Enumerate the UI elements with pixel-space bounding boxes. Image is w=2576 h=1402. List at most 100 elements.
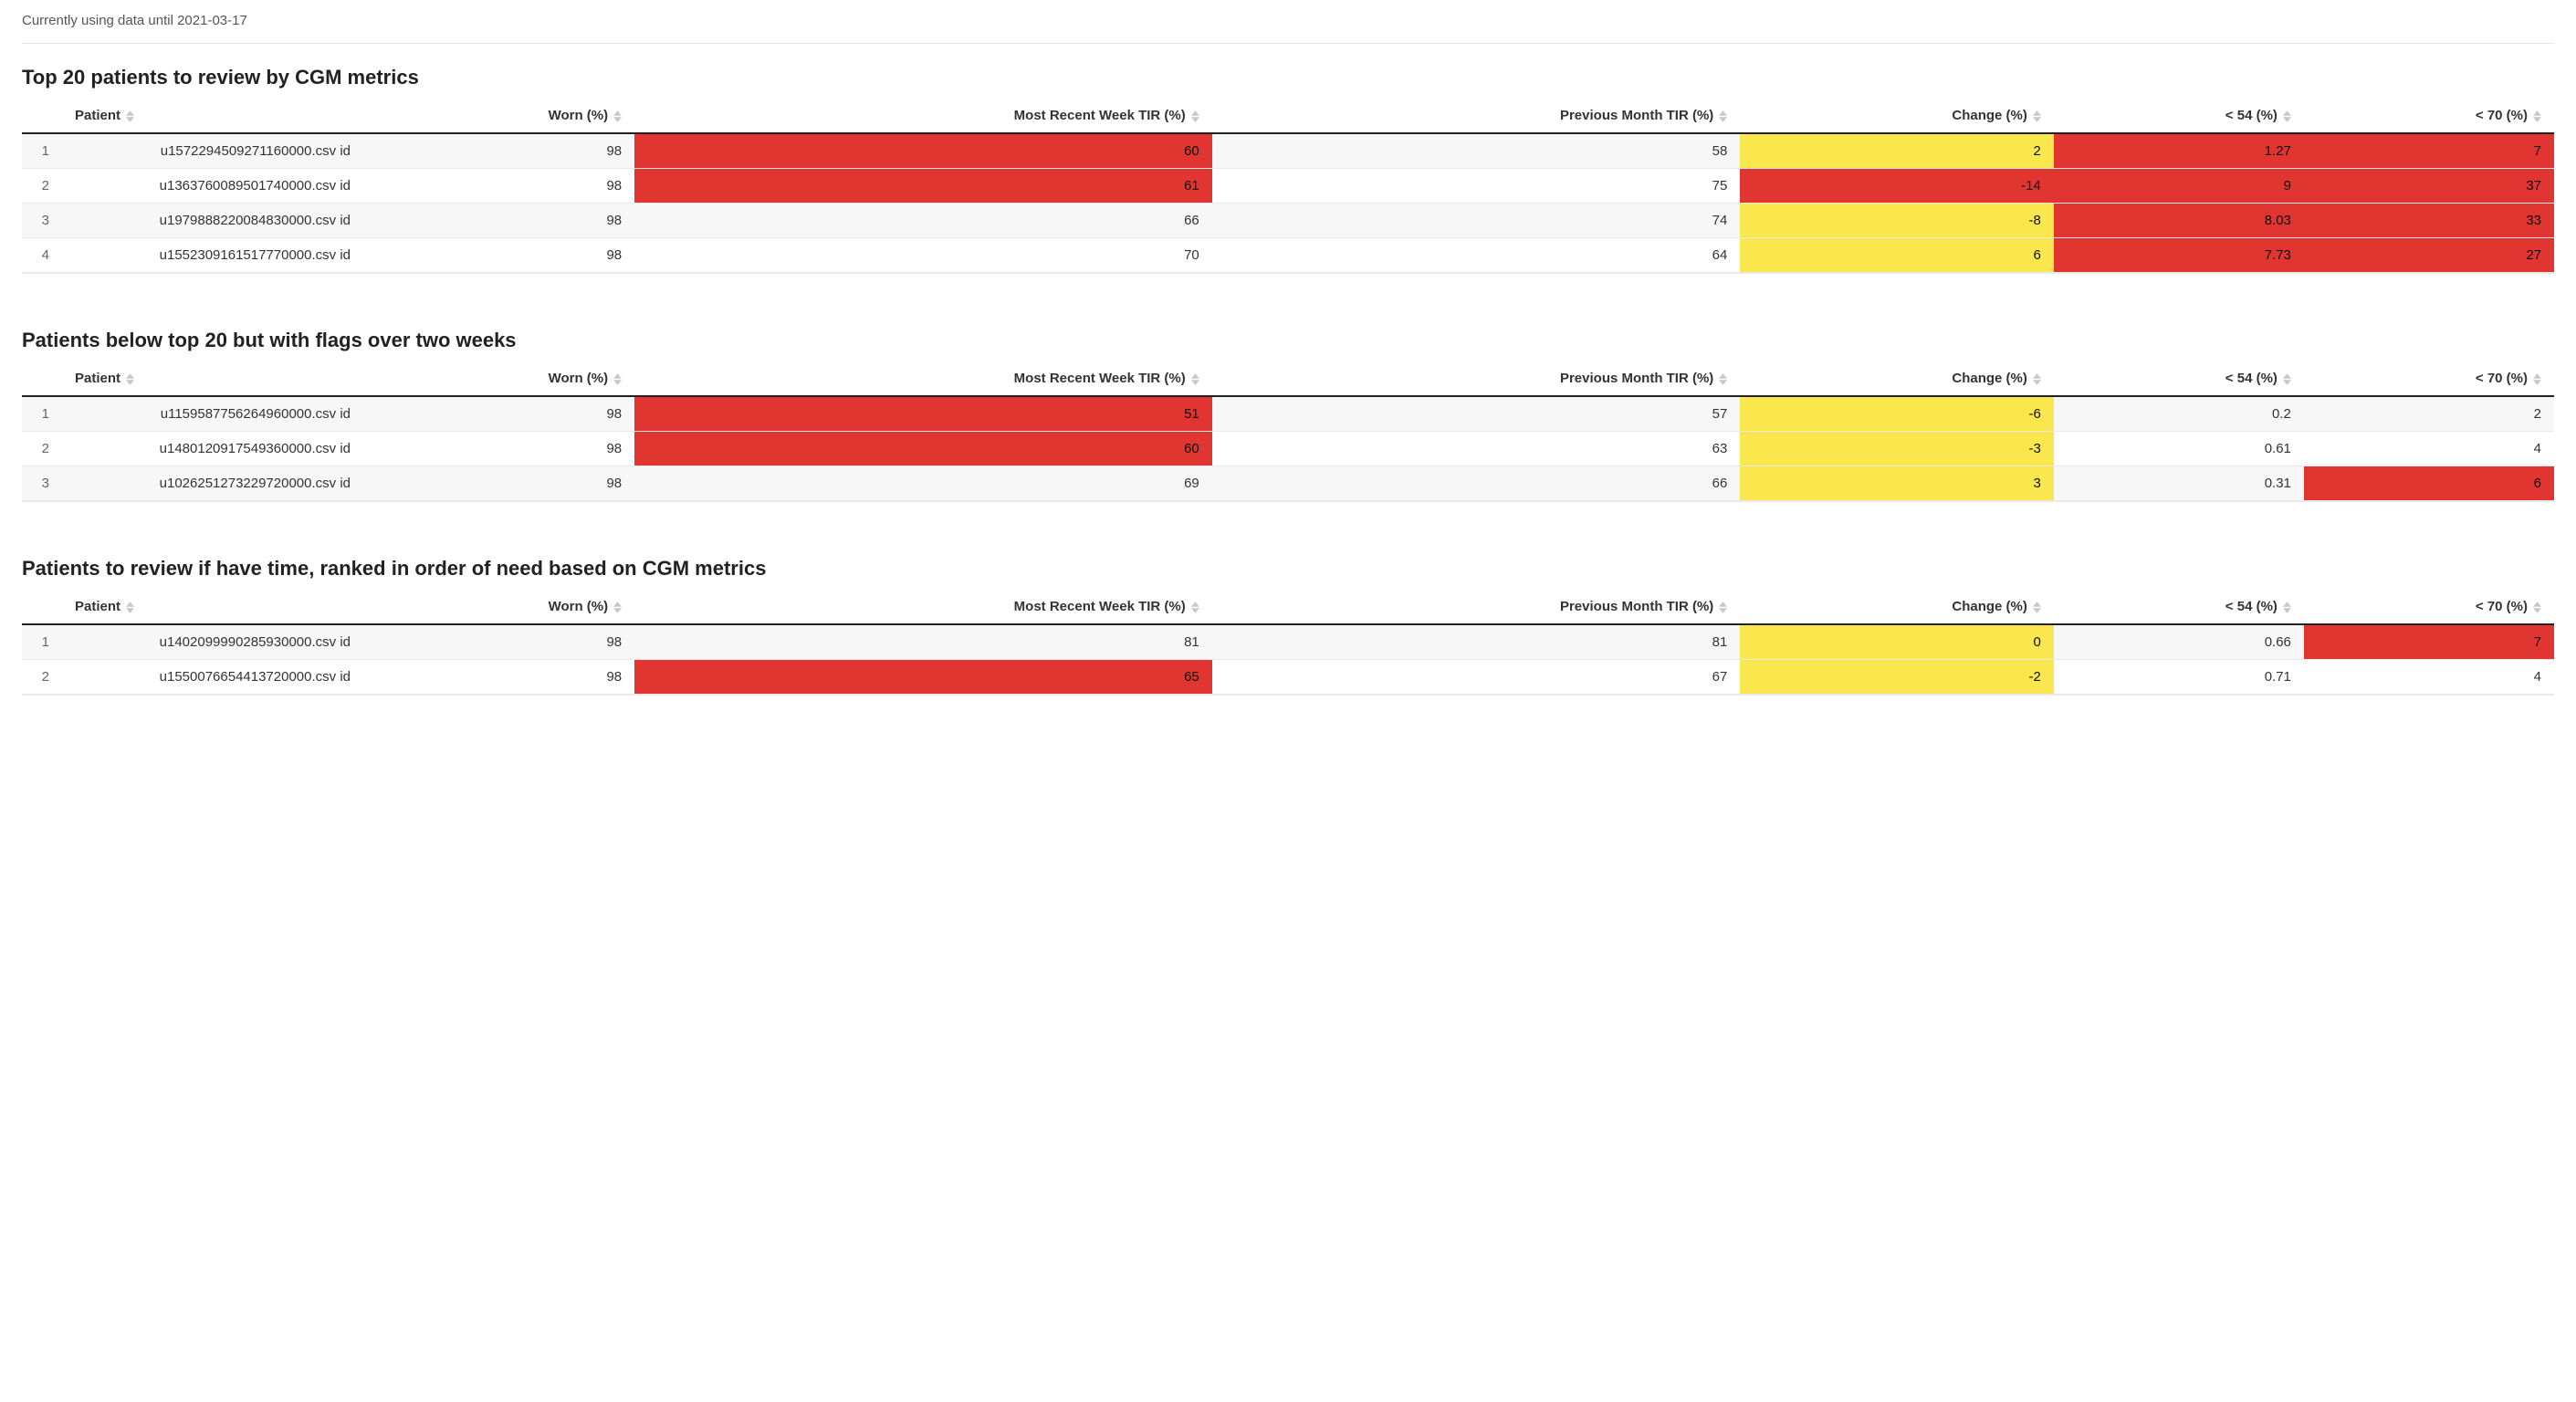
cell-lt70: 27 bbox=[2304, 238, 2554, 274]
cell-recent-tir: 65 bbox=[634, 660, 1212, 696]
table-row: 1 u1159587756264960000.csv id 98 51 57 -… bbox=[22, 396, 2554, 432]
cell-change: -2 bbox=[1740, 660, 2054, 696]
status-line: Currently using data until 2021-03-17 bbox=[22, 13, 2554, 28]
table-row: 3 u1979888220084830000.csv id 98 66 74 -… bbox=[22, 204, 2554, 238]
patients-table: Patient Worn (%) Most Recent Week TIR (%… bbox=[22, 99, 2554, 274]
cell-lt54: 0.61 bbox=[2054, 432, 2304, 466]
col-change[interactable]: Change (%) bbox=[1740, 361, 2054, 396]
col-prev-tir[interactable]: Previous Month TIR (%) bbox=[1212, 99, 1741, 133]
cell-prev-tir: 57 bbox=[1212, 396, 1741, 432]
table-row: 2 u1480120917549360000.csv id 98 60 63 -… bbox=[22, 432, 2554, 466]
sort-icon bbox=[2533, 373, 2541, 385]
cell-recent-tir: 60 bbox=[634, 133, 1212, 169]
sort-icon bbox=[2533, 110, 2541, 122]
sort-icon bbox=[1719, 602, 1727, 613]
col-recent-tir[interactable]: Most Recent Week TIR (%) bbox=[634, 361, 1212, 396]
col-worn[interactable]: Worn (%) bbox=[363, 361, 634, 396]
cell-patient: u1550076654413720000.csv id bbox=[62, 660, 363, 696]
sort-icon bbox=[2533, 602, 2541, 613]
section-title: Patients to review if have time, ranked … bbox=[22, 557, 2554, 581]
col-index[interactable] bbox=[22, 361, 62, 396]
row-index: 2 bbox=[22, 169, 62, 204]
sort-icon bbox=[2283, 602, 2291, 613]
col-patient[interactable]: Patient bbox=[62, 590, 363, 624]
sort-icon bbox=[126, 373, 134, 385]
cell-worn: 98 bbox=[363, 466, 634, 502]
col-lt54[interactable]: < 54 (%) bbox=[2054, 590, 2304, 624]
cell-patient: u1552309161517770000.csv id bbox=[62, 238, 363, 274]
cell-change: -3 bbox=[1740, 432, 2054, 466]
col-index[interactable] bbox=[22, 590, 62, 624]
col-recent-tir[interactable]: Most Recent Week TIR (%) bbox=[634, 590, 1212, 624]
cell-worn: 98 bbox=[363, 169, 634, 204]
col-recent-tir[interactable]: Most Recent Week TIR (%) bbox=[634, 99, 1212, 133]
sort-icon bbox=[2283, 110, 2291, 122]
col-lt70[interactable]: < 70 (%) bbox=[2304, 590, 2554, 624]
cell-change: -8 bbox=[1740, 204, 2054, 238]
cell-lt54: 9 bbox=[2054, 169, 2304, 204]
divider bbox=[22, 43, 2554, 44]
cell-lt70: 7 bbox=[2304, 133, 2554, 169]
col-lt70[interactable]: < 70 (%) bbox=[2304, 99, 2554, 133]
row-index: 4 bbox=[22, 238, 62, 274]
section-title: Top 20 patients to review by CGM metrics bbox=[22, 66, 2554, 89]
row-index: 1 bbox=[22, 396, 62, 432]
patients-table: Patient Worn (%) Most Recent Week TIR (%… bbox=[22, 361, 2554, 502]
sort-icon bbox=[2033, 110, 2041, 122]
cell-lt70: 6 bbox=[2304, 466, 2554, 502]
col-lt70[interactable]: < 70 (%) bbox=[2304, 361, 2554, 396]
sort-icon bbox=[1191, 602, 1199, 613]
col-lt54[interactable]: < 54 (%) bbox=[2054, 361, 2304, 396]
col-lt54[interactable]: < 54 (%) bbox=[2054, 99, 2304, 133]
cell-patient: u1480120917549360000.csv id bbox=[62, 432, 363, 466]
col-index[interactable] bbox=[22, 99, 62, 133]
cell-recent-tir: 66 bbox=[634, 204, 1212, 238]
col-change[interactable]: Change (%) bbox=[1740, 590, 2054, 624]
table-row: 4 u1552309161517770000.csv id 98 70 64 6… bbox=[22, 238, 2554, 274]
cell-recent-tir: 61 bbox=[634, 169, 1212, 204]
table-row: 1 u1572294509271160000.csv id 98 60 58 2… bbox=[22, 133, 2554, 169]
sort-icon bbox=[1719, 373, 1727, 385]
col-change[interactable]: Change (%) bbox=[1740, 99, 2054, 133]
cell-patient: u1572294509271160000.csv id bbox=[62, 133, 363, 169]
sort-icon bbox=[2033, 373, 2041, 385]
cell-lt70: 37 bbox=[2304, 169, 2554, 204]
cell-prev-tir: 66 bbox=[1212, 466, 1741, 502]
table-row: 3 u1026251273229720000.csv id 98 69 66 3… bbox=[22, 466, 2554, 502]
cell-lt54: 0.66 bbox=[2054, 624, 2304, 660]
sort-icon bbox=[613, 602, 622, 613]
col-prev-tir[interactable]: Previous Month TIR (%) bbox=[1212, 361, 1741, 396]
col-patient[interactable]: Patient bbox=[62, 99, 363, 133]
table-row: 1 u1402099990285930000.csv id 98 81 81 0… bbox=[22, 624, 2554, 660]
sort-icon bbox=[2033, 602, 2041, 613]
sort-icon bbox=[1719, 110, 1727, 122]
table-row: 2 u1363760089501740000.csv id 98 61 75 -… bbox=[22, 169, 2554, 204]
cell-patient: u1363760089501740000.csv id bbox=[62, 169, 363, 204]
col-worn[interactable]: Worn (%) bbox=[363, 99, 634, 133]
cell-lt54: 0.31 bbox=[2054, 466, 2304, 502]
cell-prev-tir: 67 bbox=[1212, 660, 1741, 696]
cell-lt70: 7 bbox=[2304, 624, 2554, 660]
row-index: 2 bbox=[22, 432, 62, 466]
cell-lt54: 7.73 bbox=[2054, 238, 2304, 274]
row-index: 1 bbox=[22, 624, 62, 660]
cell-worn: 98 bbox=[363, 396, 634, 432]
cell-worn: 98 bbox=[363, 432, 634, 466]
col-worn[interactable]: Worn (%) bbox=[363, 590, 634, 624]
cell-prev-tir: 58 bbox=[1212, 133, 1741, 169]
row-index: 3 bbox=[22, 204, 62, 238]
cell-recent-tir: 70 bbox=[634, 238, 1212, 274]
table-row: 2 u1550076654413720000.csv id 98 65 67 -… bbox=[22, 660, 2554, 696]
cell-lt70: 33 bbox=[2304, 204, 2554, 238]
cell-change: 2 bbox=[1740, 133, 2054, 169]
col-patient[interactable]: Patient bbox=[62, 361, 363, 396]
cell-recent-tir: 60 bbox=[634, 432, 1212, 466]
row-index: 2 bbox=[22, 660, 62, 696]
cell-lt70: 4 bbox=[2304, 432, 2554, 466]
row-index: 3 bbox=[22, 466, 62, 502]
col-prev-tir[interactable]: Previous Month TIR (%) bbox=[1212, 590, 1741, 624]
cell-prev-tir: 81 bbox=[1212, 624, 1741, 660]
cell-patient: u1159587756264960000.csv id bbox=[62, 396, 363, 432]
sort-icon bbox=[1191, 373, 1199, 385]
section-title: Patients below top 20 but with flags ove… bbox=[22, 329, 2554, 352]
